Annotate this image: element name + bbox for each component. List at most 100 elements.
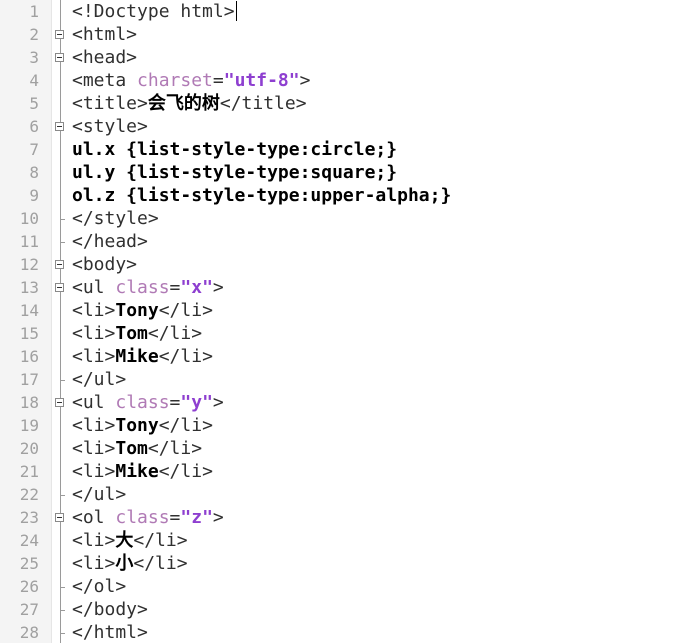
code-token-tag: <li> — [72, 530, 116, 551]
code-token-txt: Tom — [115, 438, 148, 459]
code-token-tag: <li> — [72, 553, 116, 574]
code-token-tag: <html> — [72, 24, 138, 45]
line-number: 12 — [19, 255, 39, 274]
line-number: 5 — [29, 94, 39, 113]
line-number: 13 — [19, 278, 39, 297]
code-line[interactable]: </style> — [72, 207, 693, 230]
code-token-tag: </li> — [158, 461, 213, 482]
code-line[interactable]: </body> — [72, 598, 693, 621]
code-line[interactable]: <li>小</li> — [72, 552, 693, 575]
code-token-val: "z" — [180, 507, 213, 528]
fold-toggle-icon[interactable] — [55, 260, 64, 269]
code-line[interactable]: </ul> — [72, 483, 693, 506]
code-line[interactable]: <style> — [72, 115, 693, 138]
fold-toggle-icon[interactable] — [55, 398, 64, 407]
line-number: 25 — [19, 554, 39, 573]
code-line[interactable]: <head> — [72, 46, 693, 69]
code-line[interactable]: ul.x {list-style-type:circle;} — [72, 138, 693, 161]
line-number: 24 — [19, 531, 39, 550]
code-token-tag: > — [212, 507, 224, 528]
fold-toggle-icon[interactable] — [55, 283, 64, 292]
code-line[interactable]: ul.y {list-style-type:square;} — [72, 161, 693, 184]
code-token-tag: <li> — [72, 461, 116, 482]
code-line[interactable]: <li>Tom</li> — [72, 322, 693, 345]
text-cursor — [235, 1, 237, 21]
line-number: 10 — [19, 209, 39, 228]
code-line[interactable]: <!Doctype html> — [72, 0, 693, 23]
code-token-tag: <title> — [72, 93, 148, 114]
line-number: 18 — [19, 393, 39, 412]
line-number: 2 — [29, 25, 39, 44]
code-token-css: ul.y {list-style-type:square;} — [72, 162, 398, 183]
code-line[interactable]: <li>Mike</li> — [72, 345, 693, 368]
code-token-tag: <ul — [72, 277, 116, 298]
line-number: 11 — [19, 232, 39, 251]
code-line[interactable]: </html> — [72, 621, 693, 644]
code-editor[interactable]: 1 2 3 4 5 6 7 8 9 10 11 12 13 14 15 16 17 18 19 20 21 22 23 24 2… — [0, 0, 693, 643]
code-line[interactable]: <html> — [72, 23, 693, 46]
line-number: 7 — [29, 140, 39, 159]
code-token-tag: </title> — [219, 93, 307, 114]
code-token-val: "x" — [180, 277, 213, 298]
code-token-tag: </ul> — [72, 484, 127, 505]
code-line[interactable]: ol.z {list-style-type:upper-alpha;} — [72, 184, 693, 207]
fold-end-marker — [60, 587, 65, 588]
code-line[interactable]: <li>Tony</li> — [72, 414, 693, 437]
fold-toggle-icon[interactable] — [55, 513, 64, 522]
code-token-attr: class — [115, 277, 170, 298]
line-number: 26 — [19, 577, 39, 596]
code-line[interactable]: <li>Tony</li> — [72, 299, 693, 322]
code-token-tag: <li> — [72, 346, 116, 367]
fold-toggle-icon[interactable] — [55, 53, 64, 62]
fold-toggle-icon[interactable] — [55, 30, 64, 39]
code-token-tag: <head> — [72, 47, 138, 68]
fold-toggle-icon[interactable] — [55, 122, 64, 131]
line-number: 28 — [19, 623, 39, 642]
line-number: 20 — [19, 439, 39, 458]
code-token-tag: </li> — [158, 300, 213, 321]
line-number: 9 — [29, 186, 39, 205]
code-token-txt: Tom — [115, 323, 148, 344]
code-line[interactable]: <body> — [72, 253, 693, 276]
line-number: 27 — [19, 600, 39, 619]
code-line[interactable]: <li>大</li> — [72, 529, 693, 552]
code-token-tag: </li> — [147, 438, 203, 459]
code-token-tag: <li> — [72, 438, 116, 459]
code-line[interactable]: <ol class="z"> — [72, 506, 693, 529]
code-line[interactable]: </ol> — [72, 575, 693, 598]
code-token-tag: </style> — [72, 208, 159, 229]
code-line[interactable]: <ul class="x"> — [72, 276, 693, 299]
code-token-tag: </li> — [147, 323, 203, 344]
code-token-tag: = — [169, 507, 181, 528]
code-token-txt: Tony — [115, 300, 159, 321]
code-token-tag: </html> — [72, 622, 148, 643]
code-token-tag: <li> — [72, 300, 116, 321]
code-line[interactable]: <li>Mike</li> — [72, 460, 693, 483]
code-token-attr: class — [115, 507, 170, 528]
line-number: 15 — [19, 324, 39, 343]
code-token-css: ol.z {list-style-type:upper-alpha;} — [72, 185, 452, 206]
code-token-tag: </li> — [158, 415, 213, 436]
line-number: 1 — [29, 2, 39, 21]
code-token-tag: = — [169, 392, 181, 413]
code-token-tag: <body> — [72, 254, 138, 275]
code-token-txt: 大 — [115, 530, 134, 551]
code-token-val: "utf-8" — [223, 70, 300, 91]
line-number: 8 — [29, 163, 39, 182]
code-token-tag: = — [169, 277, 181, 298]
line-number: 16 — [19, 347, 39, 366]
code-line[interactable]: </ul> — [72, 368, 693, 391]
fold-end-marker — [60, 242, 65, 243]
code-token-txt: 会飞的树 — [147, 93, 220, 114]
code-line[interactable]: </head> — [72, 230, 693, 253]
code-token-tag: <!Doctype html> — [72, 1, 235, 22]
code-token-txt: Mike — [115, 346, 159, 367]
code-token-txt: Mike — [115, 461, 159, 482]
code-line[interactable]: <title>会飞的树</title> — [72, 92, 693, 115]
code-line[interactable]: <li>Tom</li> — [72, 437, 693, 460]
code-line[interactable]: <ul class="y"> — [72, 391, 693, 414]
code-token-tag: > — [212, 277, 224, 298]
fold-end-marker — [60, 219, 65, 220]
code-line[interactable]: <meta charset="utf-8"> — [72, 69, 693, 92]
code-area[interactable]: <!Doctype html> <html> <head> <meta charset… — [70, 0, 693, 643]
